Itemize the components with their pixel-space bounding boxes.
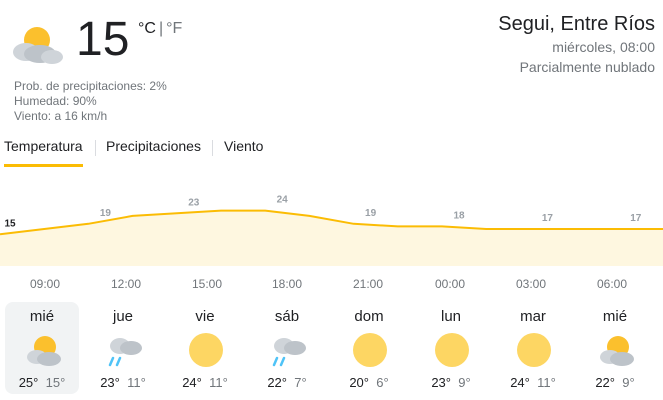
day-name: mié — [602, 308, 628, 325]
temperature-label: 17 — [542, 213, 554, 224]
high-temp: 22° — [595, 375, 615, 390]
forecast-day[interactable]: mié 25° 15° — [5, 302, 79, 394]
hour-label: 03:00 — [515, 277, 547, 291]
day-temps: 24° 11° — [496, 375, 570, 390]
partly-cloudy-icon — [27, 336, 61, 366]
hour-label: 21:00 — [352, 277, 384, 291]
high-temp: 24° — [182, 375, 202, 390]
low-temp: 11° — [127, 375, 146, 390]
low-temp: 6° — [376, 375, 389, 390]
day-temps: 23° 11° — [86, 375, 160, 390]
day-name: sáb — [274, 308, 300, 325]
location-name: Segui, Entre Ríos — [498, 13, 655, 35]
high-temp: 23° — [100, 375, 120, 390]
location-time: miércoles, 08:00 — [552, 39, 655, 55]
day-name: dom — [354, 308, 384, 325]
temperature-chart: 15 19 23 24 19 18 17 17 — [0, 195, 663, 266]
day-temps: 22° 9° — [578, 375, 652, 390]
hour-label: 15:00 — [191, 277, 223, 291]
low-temp: 9° — [458, 375, 471, 390]
low-temp: 15° — [45, 375, 66, 390]
temperature-label: 19 — [100, 208, 112, 219]
day-temps: 22° 7° — [250, 375, 324, 390]
forecast-day[interactable]: mar 24° 11° — [496, 302, 570, 394]
weather-condition: Parcialmente nublado — [519, 59, 655, 75]
high-temp: 24° — [510, 375, 530, 390]
hour-label: 00:00 — [434, 277, 466, 291]
forecast-day[interactable]: vie 24° 11° — [168, 302, 242, 394]
day-name: lun — [440, 308, 462, 325]
high-temp: 20° — [349, 375, 369, 390]
partly-cloudy-icon — [600, 336, 634, 366]
low-temp: 11° — [209, 375, 228, 390]
tab-precipitation[interactable]: Precipitaciones — [106, 136, 201, 164]
hour-label: 12:00 — [110, 277, 142, 291]
sun-icon — [189, 333, 223, 367]
day-temps: 23° 9° — [414, 375, 488, 390]
temperature-label: 18 — [453, 210, 465, 221]
day-temps: 25° 15° — [5, 375, 79, 390]
sun-icon — [353, 333, 387, 367]
rain-cloud-icon — [108, 338, 142, 367]
day-name: jue — [112, 308, 134, 325]
temperature-label: 15 — [4, 218, 16, 229]
tab-divider — [212, 140, 213, 156]
celsius-toggle[interactable]: °C — [138, 20, 156, 37]
forecast-day[interactable]: jue 23° 11° — [86, 302, 160, 394]
low-temp: 11° — [537, 375, 556, 390]
current-temperature: 15 — [76, 13, 130, 66]
day-temps: 24° 11° — [168, 375, 242, 390]
hour-label: 18:00 — [271, 277, 303, 291]
tab-divider — [95, 140, 96, 156]
day-name: vie — [195, 308, 215, 325]
temperature-label: 17 — [630, 213, 642, 224]
hour-label: 06:00 — [596, 277, 628, 291]
wind-speed: Viento: a 16 km/h — [14, 109, 108, 123]
precipitation-probability: Prob. de precipitaciones: 2% — [14, 79, 167, 93]
low-temp: 7° — [294, 375, 307, 390]
tab-wind[interactable]: Viento — [224, 136, 263, 164]
sun-icon — [435, 333, 469, 367]
forecast-day[interactable]: sáb 22° 7° — [250, 302, 324, 394]
partly-cloudy-icon — [13, 27, 63, 64]
tab-temperature[interactable]: Temperatura — [4, 136, 83, 167]
forecast-day[interactable]: lun 23° 9° — [414, 302, 488, 394]
forecast-day[interactable]: dom 20° 6° — [332, 302, 406, 394]
day-temps: 20° 6° — [332, 375, 406, 390]
rain-cloud-icon — [272, 338, 306, 367]
temperature-label: 24 — [277, 195, 289, 206]
sun-icon — [517, 333, 551, 367]
humidity: Humedad: 90% — [14, 94, 97, 108]
unit-separator: | — [158, 20, 164, 37]
hour-label: 09:00 — [29, 277, 61, 291]
low-temp: 9° — [622, 375, 635, 390]
forecast-day[interactable]: mié 22° 9° — [578, 302, 652, 394]
high-temp: 22° — [267, 375, 287, 390]
fahrenheit-toggle[interactable]: °F — [166, 20, 182, 37]
day-name: mié — [29, 308, 55, 325]
high-temp: 23° — [431, 375, 451, 390]
unit-switcher: °C | °F — [138, 20, 182, 38]
day-name: mar — [520, 308, 546, 325]
temperature-label: 23 — [188, 197, 200, 208]
high-temp: 25° — [18, 375, 39, 390]
temperature-label: 19 — [365, 208, 377, 219]
